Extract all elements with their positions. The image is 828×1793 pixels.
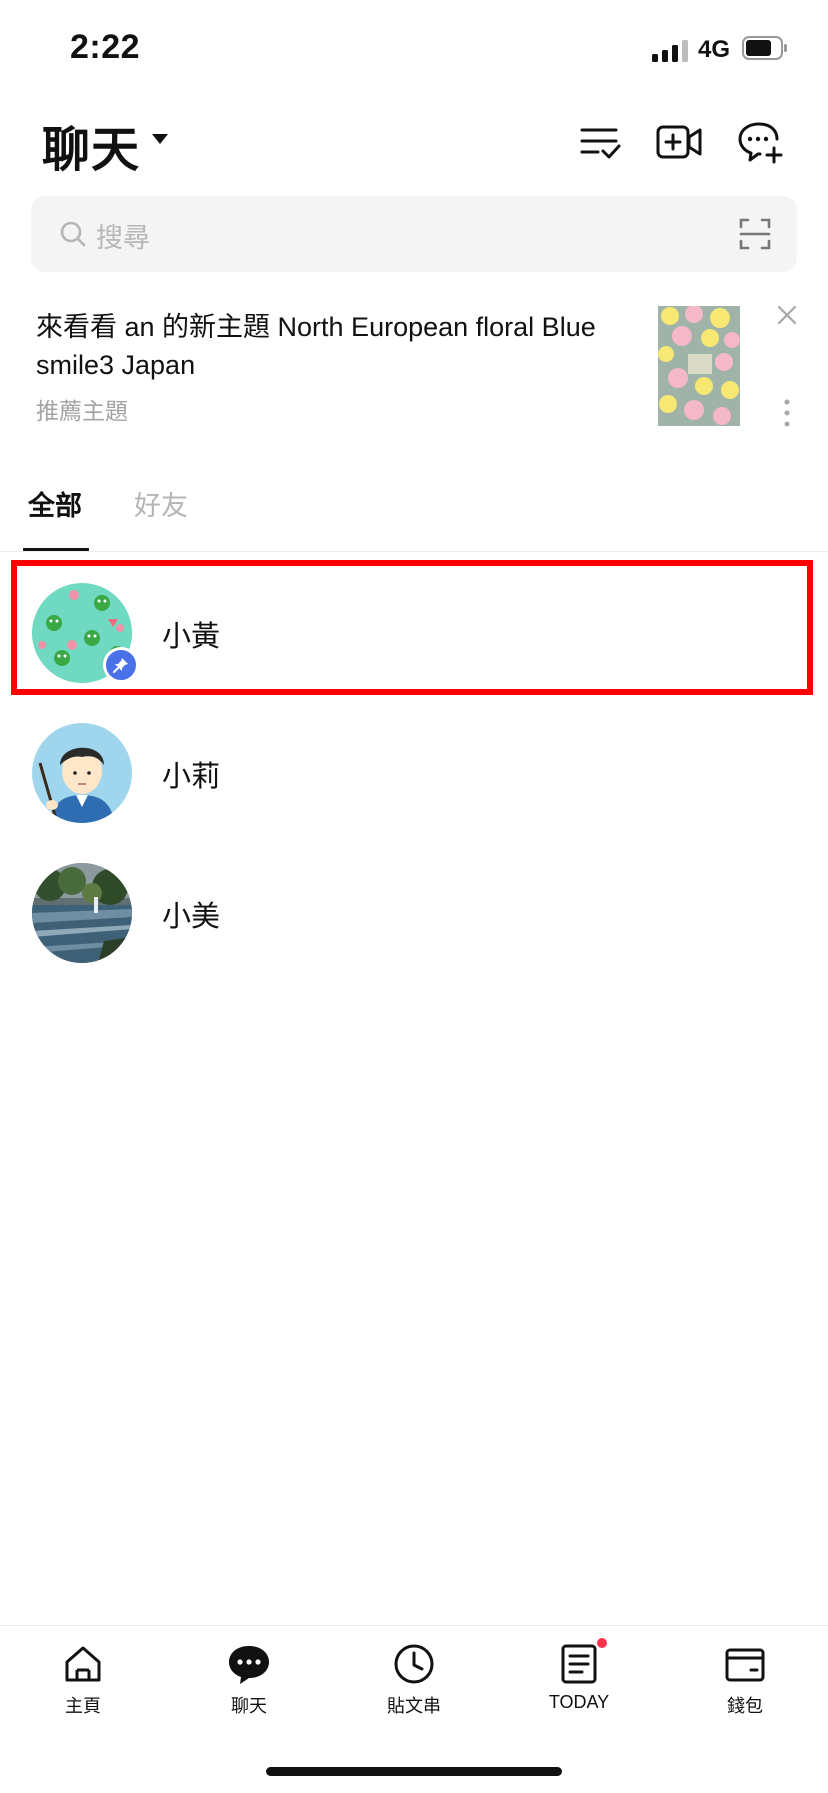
promo-title[interactable]: 來看看 an 的新主題 North European floral Blue s… — [36, 308, 596, 384]
home-icon — [65, 1646, 101, 1682]
edit-list-icon[interactable] — [576, 118, 624, 166]
nav-wallet[interactable]: 錢包 — [685, 1642, 805, 1718]
nav-today[interactable]: TODAY — [519, 1638, 639, 1713]
more-vertical-icon[interactable] — [781, 398, 793, 428]
signal-strength-icon — [652, 38, 688, 62]
search-icon — [60, 221, 86, 247]
nav-chat[interactable]: 聊天 — [189, 1642, 309, 1718]
highlight-annotation — [11, 560, 813, 695]
notification-dot — [597, 1638, 607, 1648]
nav-label: TODAY — [548, 1692, 610, 1712]
chat-bubble-icon — [229, 1646, 269, 1684]
nav-home[interactable]: 主頁 — [23, 1642, 143, 1718]
wallet-icon — [725, 1648, 765, 1682]
promo-subtitle: 推薦主題 — [36, 398, 128, 424]
network-type: 4G — [698, 36, 731, 63]
nav-label: 主頁 — [65, 1696, 101, 1716]
nav-timeline[interactable]: 貼文串 — [354, 1642, 474, 1718]
page-title[interactable]: 聊天 — [42, 110, 140, 180]
chat-name: 小莉 — [162, 761, 221, 793]
close-icon[interactable] — [776, 304, 798, 326]
tab-friends[interactable]: 好友 — [134, 484, 188, 523]
tab-divider — [0, 551, 828, 552]
clock-icon — [394, 1644, 434, 1684]
promo-theme-thumbnail[interactable] — [658, 306, 740, 426]
battery-icon — [742, 36, 787, 60]
chat-name: 小美 — [162, 901, 221, 933]
chat-row[interactable]: 小美 — [0, 843, 828, 981]
avatar — [32, 723, 132, 823]
news-icon — [561, 1644, 597, 1684]
new-chat-icon[interactable] — [737, 118, 785, 166]
avatar — [32, 863, 132, 963]
nav-label: 貼文串 — [387, 1696, 441, 1716]
video-call-add-icon[interactable] — [655, 118, 703, 166]
nav-label: 錢包 — [727, 1696, 763, 1716]
nav-label: 聊天 — [231, 1696, 267, 1716]
search-placeholder: 搜尋 — [96, 223, 150, 253]
status-time: 2:22 — [70, 28, 141, 66]
chat-row[interactable]: 小莉 — [0, 703, 828, 841]
search-bar[interactable]: 搜尋 — [31, 196, 797, 272]
title-dropdown-caret-icon[interactable] — [152, 134, 168, 144]
scan-qr-icon[interactable] — [739, 218, 771, 250]
home-indicator — [266, 1767, 562, 1776]
tab-all[interactable]: 全部 — [28, 484, 82, 523]
